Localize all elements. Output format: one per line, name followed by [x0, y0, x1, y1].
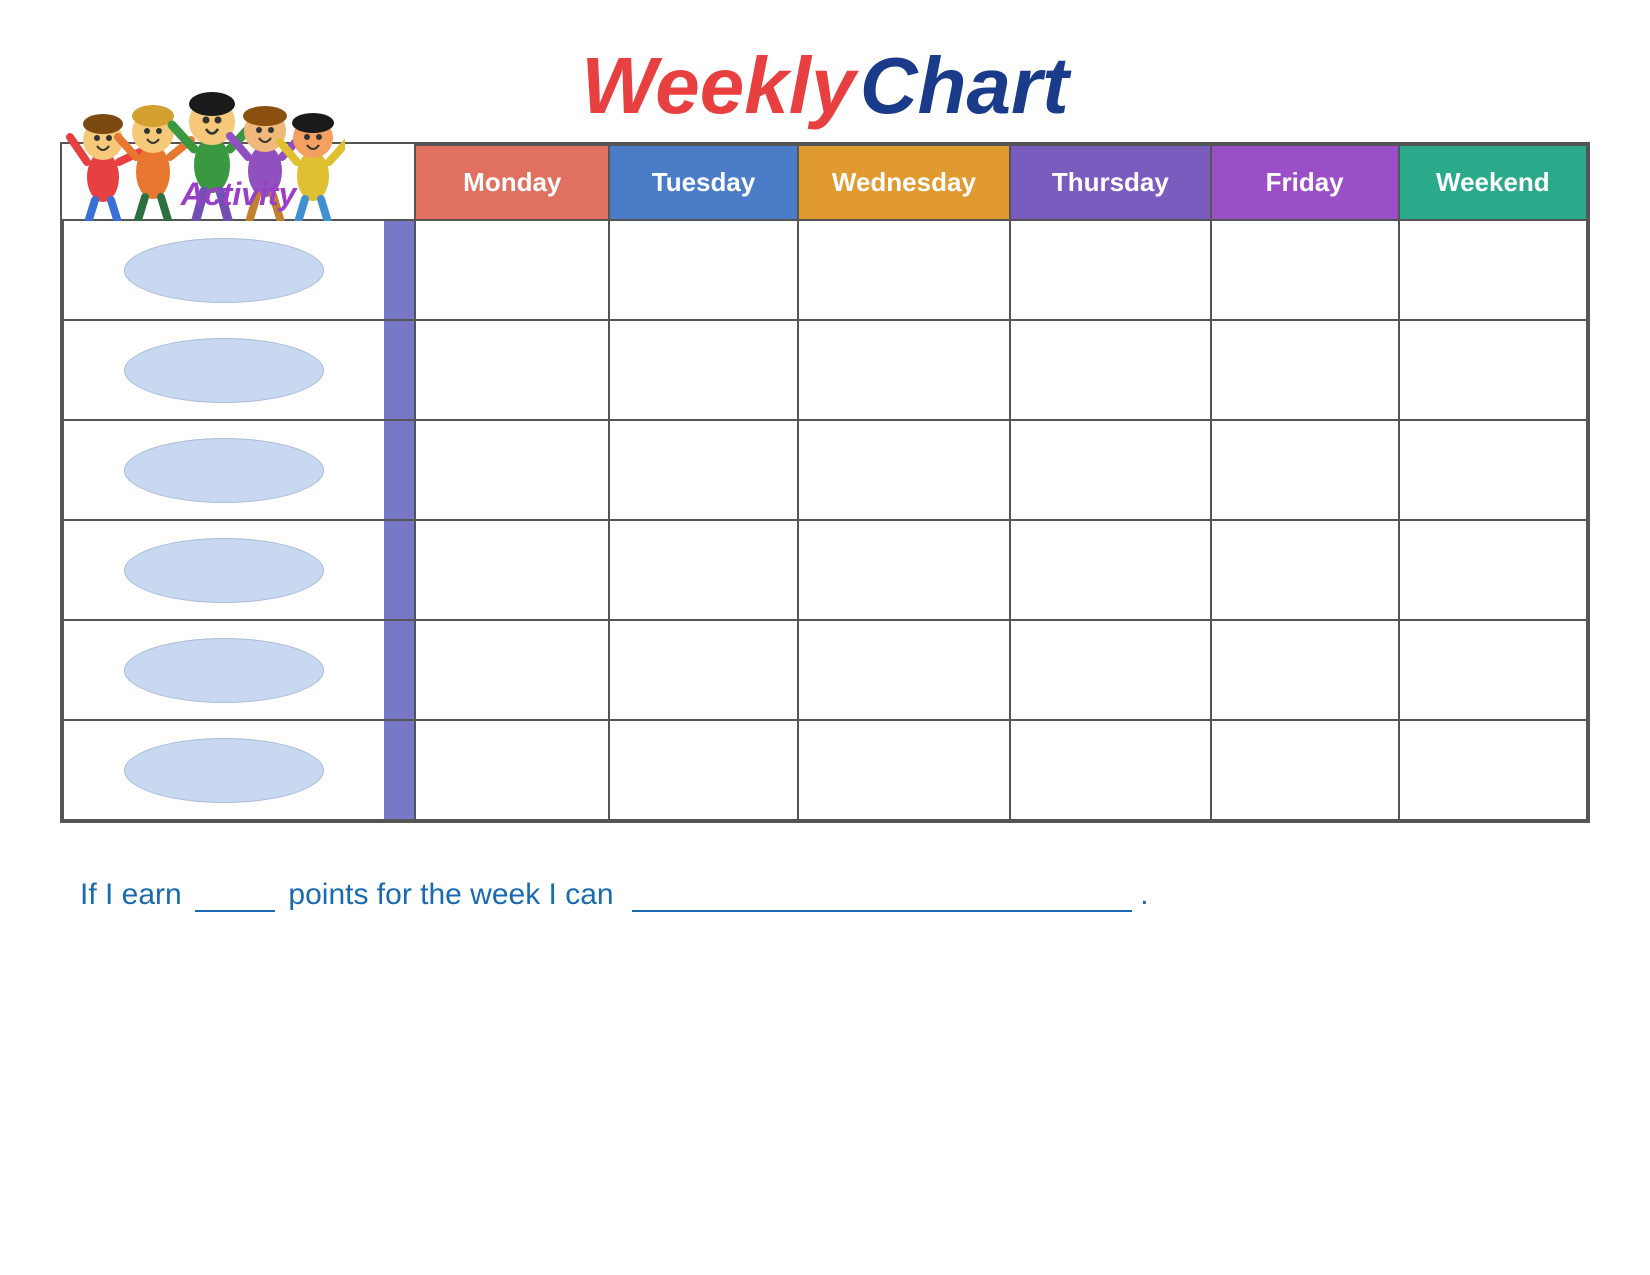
weekend-header: Weekend [1399, 145, 1587, 220]
friday-header: Friday [1211, 145, 1399, 220]
monday-header: Monday [415, 145, 609, 220]
activity-oval-1 [124, 238, 324, 303]
title-chart: Chart [860, 41, 1069, 130]
friday-cell-1[interactable] [1211, 220, 1399, 320]
footer-after: . [1140, 878, 1148, 911]
activity-cell-2 [63, 320, 415, 420]
thursday-cell-5[interactable] [1010, 620, 1210, 720]
tuesday-cell-4[interactable] [609, 520, 797, 620]
activity-cell-6 [63, 720, 415, 820]
purple-bar [384, 221, 414, 319]
tuesday-header: Tuesday [609, 145, 797, 220]
purple-bar [384, 321, 414, 419]
activity-oval-4 [124, 538, 324, 603]
activity-oval-5 [124, 638, 324, 703]
points-blank[interactable] [195, 910, 275, 912]
tuesday-cell-1[interactable] [609, 220, 797, 320]
friday-cell-2[interactable] [1211, 320, 1399, 420]
friday-cell-5[interactable] [1211, 620, 1399, 720]
activity-label: Activity [63, 176, 414, 213]
weekend-cell-6[interactable] [1399, 720, 1587, 820]
friday-cell-4[interactable] [1211, 520, 1399, 620]
weekly-chart: Activity Monday Tuesday Wednesday Thursd… [60, 142, 1590, 823]
chart-wrapper: Activity Monday Tuesday Wednesday Thursd… [60, 142, 1590, 823]
activity-oval-3 [124, 438, 324, 503]
thursday-header: Thursday [1010, 145, 1210, 220]
thursday-cell-6[interactable] [1010, 720, 1210, 820]
table-row [63, 320, 1587, 420]
purple-bar [384, 521, 414, 619]
purple-bar [384, 421, 414, 519]
tuesday-cell-2[interactable] [609, 320, 797, 420]
weekend-cell-2[interactable] [1399, 320, 1587, 420]
monday-cell-2[interactable] [415, 320, 609, 420]
weekend-cell-5[interactable] [1399, 620, 1587, 720]
thursday-cell-3[interactable] [1010, 420, 1210, 520]
activity-cell-3 [63, 420, 415, 520]
tuesday-cell-3[interactable] [609, 420, 797, 520]
footer-text: If I earn points for the week I can . [60, 878, 1590, 912]
monday-cell-4[interactable] [415, 520, 609, 620]
table-row [63, 520, 1587, 620]
activity-cell-4 [63, 520, 415, 620]
activity-cell-1 [63, 220, 415, 320]
table-row [63, 420, 1587, 520]
thursday-cell-4[interactable] [1010, 520, 1210, 620]
footer-before: If I earn [80, 878, 182, 911]
title-weekly: Weekly [581, 41, 855, 130]
weekend-cell-3[interactable] [1399, 420, 1587, 520]
activity-header: Activity [63, 145, 415, 220]
purple-bar [384, 721, 414, 819]
tuesday-cell-5[interactable] [609, 620, 797, 720]
wednesday-cell-5[interactable] [798, 620, 1011, 720]
weekend-cell-4[interactable] [1399, 520, 1587, 620]
thursday-cell-1[interactable] [1010, 220, 1210, 320]
reward-blank[interactable] [632, 910, 1132, 912]
wednesday-cell-1[interactable] [798, 220, 1011, 320]
wednesday-header: Wednesday [798, 145, 1011, 220]
activity-cell-5 [63, 620, 415, 720]
tuesday-cell-6[interactable] [609, 720, 797, 820]
activity-oval-2 [124, 338, 324, 403]
weekend-cell-1[interactable] [1399, 220, 1587, 320]
table-row [63, 620, 1587, 720]
monday-cell-6[interactable] [415, 720, 609, 820]
wednesday-cell-3[interactable] [798, 420, 1011, 520]
wednesday-cell-4[interactable] [798, 520, 1011, 620]
monday-cell-3[interactable] [415, 420, 609, 520]
friday-cell-3[interactable] [1211, 420, 1399, 520]
monday-cell-1[interactable] [415, 220, 609, 320]
thursday-cell-2[interactable] [1010, 320, 1210, 420]
wednesday-cell-2[interactable] [798, 320, 1011, 420]
footer-middle: points for the week I can [288, 878, 613, 911]
table-row [63, 220, 1587, 320]
monday-cell-5[interactable] [415, 620, 609, 720]
table-row [63, 720, 1587, 820]
activity-oval-6 [124, 738, 324, 803]
wednesday-cell-6[interactable] [798, 720, 1011, 820]
purple-bar [384, 621, 414, 719]
friday-cell-6[interactable] [1211, 720, 1399, 820]
